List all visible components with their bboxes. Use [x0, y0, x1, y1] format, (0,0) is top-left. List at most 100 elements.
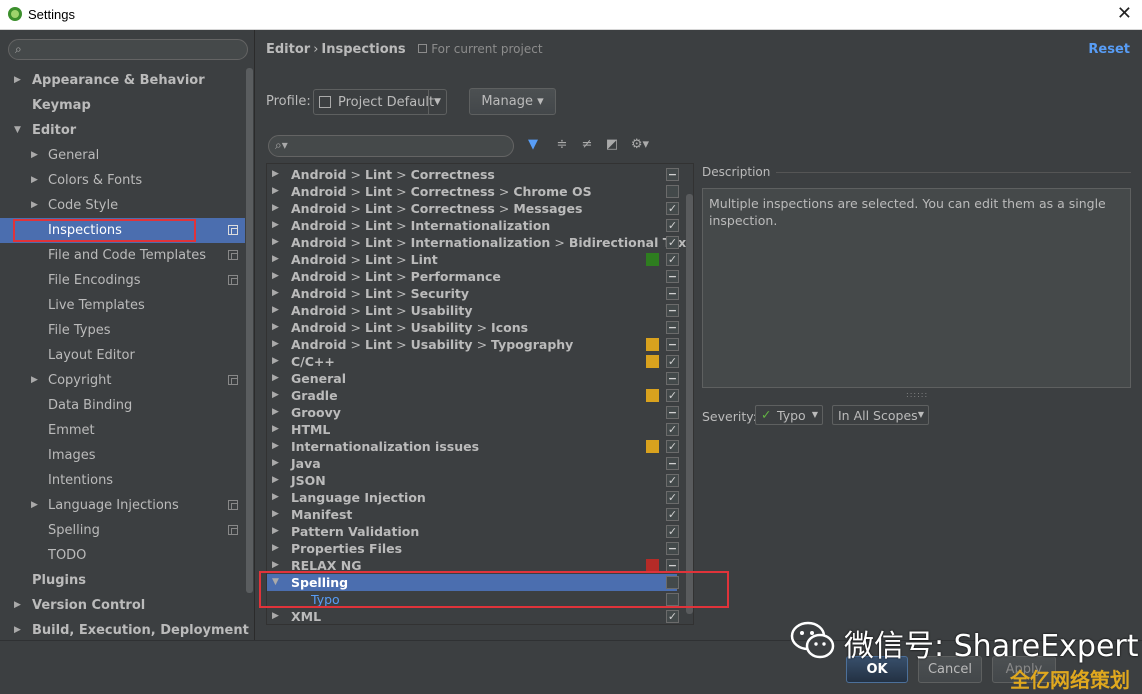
enabled-checkbox[interactable]: − — [666, 338, 679, 351]
enabled-checkbox[interactable]: − — [666, 372, 679, 385]
enabled-checkbox[interactable]: ✓ — [666, 219, 679, 232]
enabled-checkbox[interactable] — [666, 185, 679, 198]
tree-item[interactable]: ▶ Properties Files − — [267, 540, 679, 557]
tree-item[interactable]: ▶ Language Injection ✓ — [267, 489, 679, 506]
sidebar-item[interactable]: Emmet — [0, 418, 245, 443]
tree-item[interactable]: ▶ Groovy − — [267, 404, 679, 421]
chevron-right-icon[interactable]: ▶ — [272, 506, 279, 523]
sidebar-item[interactable]: ▶ Version Control — [0, 593, 245, 618]
sidebar-item[interactable]: Keymap — [0, 93, 245, 118]
enabled-checkbox[interactable]: − — [666, 270, 679, 283]
chevron-right-icon[interactable]: ▶ — [272, 438, 279, 455]
enabled-checkbox[interactable]: ✓ — [666, 355, 679, 368]
sidebar-item[interactable]: ▶ Copyright — [0, 368, 245, 393]
chevron-down-icon[interactable]: ▼ — [14, 118, 21, 143]
chevron-right-icon[interactable]: ▶ — [272, 336, 279, 353]
chevron-right-icon[interactable]: ▶ — [272, 404, 279, 421]
sidebar-item[interactable]: Intentions — [0, 468, 245, 493]
tree-scrollbar[interactable] — [684, 164, 693, 624]
chevron-right-icon[interactable]: ▶ — [14, 68, 21, 93]
sidebar-item[interactable]: ▶ Code Style — [0, 193, 245, 218]
sidebar-item[interactable]: ▼ Editor — [0, 118, 245, 143]
sidebar-item[interactable]: ▶ Appearance & Behavior — [0, 68, 245, 93]
enabled-checkbox[interactable]: ✓ — [666, 440, 679, 453]
reset-to-empty-icon[interactable]: ◩ — [603, 136, 621, 154]
tree-item[interactable]: ▶ HTML ✓ — [267, 421, 679, 438]
enabled-checkbox[interactable]: ✓ — [666, 491, 679, 504]
tree-item[interactable]: ▶ Android > Lint > Lint ✓ — [267, 251, 679, 268]
enabled-checkbox[interactable]: ✓ — [666, 610, 679, 623]
sidebar-item[interactable]: Images — [0, 443, 245, 468]
tree-item[interactable]: ▶ Android > Lint > Internationalization > Bidir… — [267, 234, 686, 251]
enabled-checkbox[interactable]: − — [666, 321, 679, 334]
tree-item[interactable]: ▶ Android > Lint > Performance − — [267, 268, 679, 285]
sidebar-item[interactable]: ▶ General — [0, 143, 245, 168]
tree-item[interactable]: ▶ Gradle ✓ — [267, 387, 679, 404]
tree-item[interactable]: ▶ Android > Lint > Security − — [267, 285, 679, 302]
enabled-checkbox[interactable]: ✓ — [666, 253, 679, 266]
chevron-right-icon[interactable]: ▶ — [31, 143, 38, 168]
sidebar-item[interactable]: File Encodings — [0, 268, 245, 293]
expand-all-icon[interactable]: ≑ — [553, 136, 571, 154]
enabled-checkbox[interactable]: − — [666, 287, 679, 300]
chevron-right-icon[interactable]: ▶ — [14, 593, 21, 618]
sidebar-search-input[interactable]: ⌕ — [8, 39, 248, 60]
chevron-right-icon[interactable]: ▶ — [272, 302, 279, 319]
chevron-right-icon[interactable]: ▶ — [31, 368, 38, 393]
sidebar-item[interactable]: TODO — [0, 543, 245, 568]
sidebar-item[interactable]: Live Templates — [0, 293, 245, 318]
close-icon[interactable]: ✕ — [1117, 3, 1132, 24]
tree-item[interactable]: ▶ Java − — [267, 455, 679, 472]
chevron-right-icon[interactable]: ▶ — [272, 421, 279, 438]
chevron-right-icon[interactable]: ▶ — [272, 234, 279, 251]
chevron-right-icon[interactable]: ▶ — [272, 540, 279, 557]
enabled-checkbox[interactable]: ✓ — [666, 508, 679, 521]
inspection-search-input[interactable]: ⌕▾ — [268, 135, 514, 157]
chevron-right-icon[interactable]: ▶ — [272, 608, 279, 624]
enabled-checkbox[interactable]: − — [666, 406, 679, 419]
chevron-right-icon[interactable]: ▶ — [272, 455, 279, 472]
enabled-checkbox[interactable]: − — [666, 304, 679, 317]
severity-select[interactable]: ✓ Typo ▼ — [755, 405, 823, 425]
sidebar-item[interactable]: File and Code Templates — [0, 243, 245, 268]
chevron-right-icon[interactable]: ▶ — [272, 387, 279, 404]
reset-link[interactable]: Reset — [1088, 42, 1130, 57]
chevron-right-icon[interactable]: ▶ — [272, 183, 279, 200]
tree-item[interactable]: ▶ Android > Lint > Correctness > Messages ✓ — [267, 200, 679, 217]
tree-item[interactable]: ▶ C/C++ ✓ — [267, 353, 679, 370]
enabled-checkbox[interactable]: ✓ — [666, 389, 679, 402]
scope-select[interactable]: In All Scopes ▼ — [832, 405, 929, 425]
tree-item[interactable]: ▶ General − — [267, 370, 679, 387]
chevron-right-icon[interactable]: ▶ — [272, 251, 279, 268]
chevron-right-icon[interactable]: ▶ — [272, 319, 279, 336]
enabled-checkbox[interactable]: − — [666, 542, 679, 555]
tree-item[interactable]: ▶ Android > Lint > Internationalization ✓ — [267, 217, 679, 234]
enabled-checkbox[interactable]: ✓ — [666, 236, 679, 249]
tree-item[interactable]: ▶ Android > Lint > Usability > Icons − — [267, 319, 679, 336]
tree-item[interactable]: ▶ Android > Lint > Correctness − — [267, 166, 679, 183]
chevron-right-icon[interactable]: ▶ — [272, 285, 279, 302]
enabled-checkbox[interactable]: ✓ — [666, 525, 679, 538]
profile-select[interactable]: Project Default ▼ — [313, 89, 447, 115]
chevron-right-icon[interactable]: ▶ — [272, 217, 279, 234]
chevron-right-icon[interactable]: ▶ — [272, 489, 279, 506]
collapse-all-icon[interactable]: ≠ — [578, 136, 596, 154]
enabled-checkbox[interactable]: ✓ — [666, 423, 679, 436]
sidebar-scrollbar[interactable] — [245, 68, 254, 598]
tree-item[interactable]: ▶ Pattern Validation ✓ — [267, 523, 679, 540]
chevron-right-icon[interactable]: ▶ — [31, 193, 38, 218]
tree-item[interactable]: ▶ Android > Lint > Correctness > Chrome OS — [267, 183, 679, 200]
enabled-checkbox[interactable]: ✓ — [666, 474, 679, 487]
sidebar-item[interactable]: ▶ Language Injections — [0, 493, 245, 518]
chevron-right-icon[interactable]: ▶ — [272, 166, 279, 183]
tree-item[interactable]: ▶ JSON ✓ — [267, 472, 679, 489]
sidebar-item[interactable]: Data Binding — [0, 393, 245, 418]
enabled-checkbox[interactable]: − — [666, 457, 679, 470]
resize-grip-icon[interactable]: :::::: — [906, 390, 928, 399]
sidebar-item[interactable]: Spelling — [0, 518, 245, 543]
chevron-right-icon[interactable]: ▶ — [272, 268, 279, 285]
chevron-right-icon[interactable]: ▶ — [31, 168, 38, 193]
chevron-right-icon[interactable]: ▶ — [272, 523, 279, 540]
enabled-checkbox[interactable]: − — [666, 168, 679, 181]
chevron-right-icon[interactable]: ▶ — [272, 472, 279, 489]
